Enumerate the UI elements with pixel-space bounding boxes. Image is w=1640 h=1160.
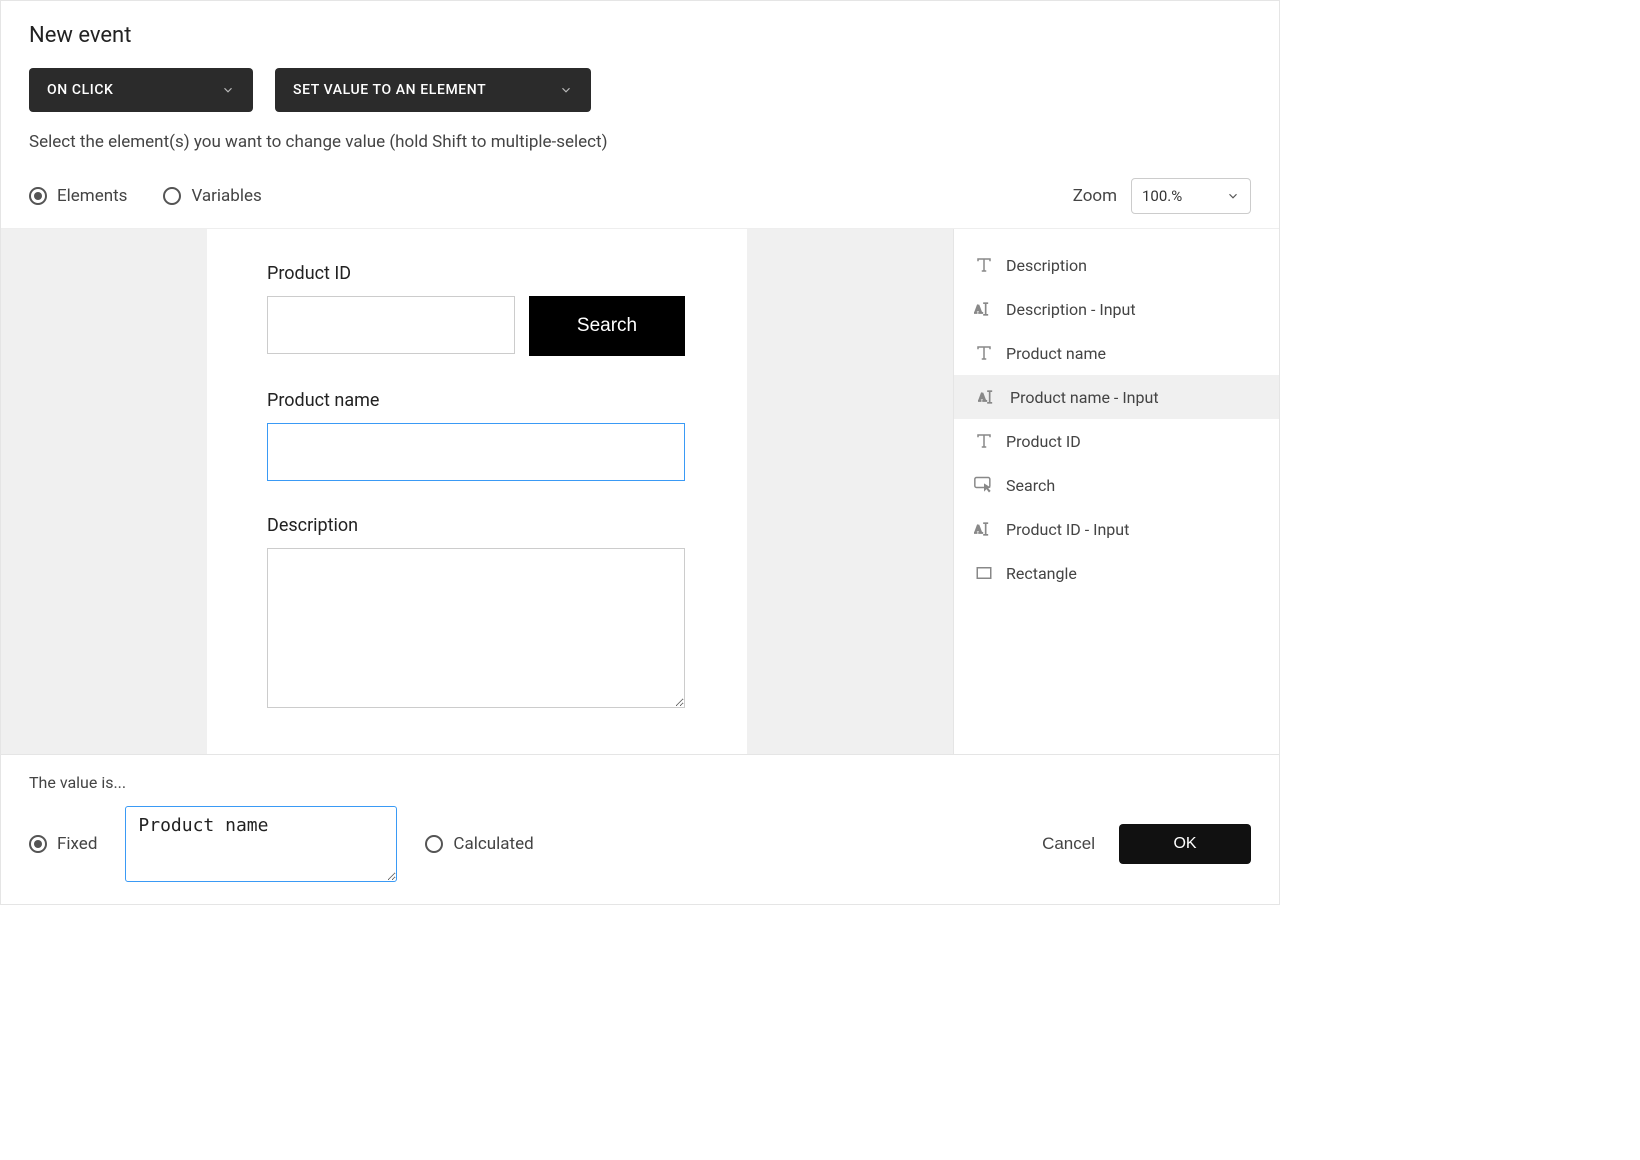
element-item-label: Product name bbox=[1006, 344, 1106, 363]
radio-fixed[interactable]: Fixed bbox=[29, 834, 97, 854]
action-select-label: SET VALUE TO AN ELEMENT bbox=[293, 82, 486, 98]
dialog-title: New event bbox=[29, 23, 1251, 48]
zoom-value: 100.% bbox=[1142, 187, 1182, 205]
element-item[interactable]: Product name bbox=[954, 331, 1279, 375]
element-item-label: Search bbox=[1006, 476, 1055, 495]
input-icon: A bbox=[974, 299, 994, 319]
footer: The value is... Fixed Calculated Cancel … bbox=[1, 755, 1279, 904]
canvas: Product ID Search Product name Descripti… bbox=[207, 229, 747, 754]
event-dialog: New event ON CLICK SET VALUE TO AN ELEME… bbox=[0, 0, 1280, 905]
action-buttons: Cancel OK bbox=[1042, 824, 1251, 864]
middle-section: Product ID Search Product name Descripti… bbox=[1, 229, 1279, 755]
element-item-label: Product ID bbox=[1006, 432, 1081, 451]
chevron-down-icon bbox=[1226, 189, 1240, 203]
value-is-label: The value is... bbox=[29, 773, 1251, 792]
description-input[interactable] bbox=[267, 548, 685, 708]
radio-calculated[interactable]: Calculated bbox=[425, 834, 533, 854]
product-name-label: Product name bbox=[267, 390, 687, 411]
chevron-down-icon bbox=[559, 83, 573, 97]
description-label: Description bbox=[267, 515, 687, 536]
trigger-select-label: ON CLICK bbox=[47, 82, 114, 98]
element-item[interactable]: Search bbox=[954, 463, 1279, 507]
radio-variables-label: Variables bbox=[191, 186, 261, 206]
radio-dot-icon bbox=[163, 187, 181, 205]
radio-calculated-label: Calculated bbox=[453, 834, 533, 854]
canvas-area[interactable]: Product ID Search Product name Descripti… bbox=[1, 229, 953, 754]
chevron-down-icon bbox=[221, 83, 235, 97]
product-id-field: Product ID Search bbox=[267, 263, 687, 356]
radio-dot-icon bbox=[29, 187, 47, 205]
rect-icon bbox=[974, 563, 994, 583]
dialog-header: New event ON CLICK SET VALUE TO AN ELEME… bbox=[1, 1, 1279, 229]
element-item[interactable]: A Description - Input bbox=[954, 287, 1279, 331]
radio-elements-label: Elements bbox=[57, 186, 127, 206]
trigger-action-row: ON CLICK SET VALUE TO AN ELEMENT bbox=[29, 68, 1251, 112]
description-field: Description bbox=[267, 515, 687, 712]
zoom-select[interactable]: 100.% bbox=[1131, 178, 1251, 214]
cancel-button[interactable]: Cancel bbox=[1042, 834, 1095, 854]
value-type-group: Fixed Calculated bbox=[29, 806, 534, 882]
element-item[interactable]: Description bbox=[954, 243, 1279, 287]
element-item[interactable]: A Product ID - Input bbox=[954, 507, 1279, 551]
radio-dot-icon bbox=[425, 835, 443, 853]
radio-elements[interactable]: Elements bbox=[29, 186, 127, 206]
options-row: Elements Variables Zoom 100.% bbox=[29, 178, 1251, 214]
element-item[interactable]: Product ID bbox=[954, 419, 1279, 463]
search-button[interactable]: Search bbox=[529, 296, 685, 356]
element-item-label: Product ID - Input bbox=[1006, 520, 1129, 539]
elements-panel: Description A Description - Input Product n… bbox=[953, 229, 1279, 754]
radio-dot-icon bbox=[29, 835, 47, 853]
radio-variables[interactable]: Variables bbox=[163, 186, 261, 206]
text-icon bbox=[974, 343, 994, 363]
radio-fixed-label: Fixed bbox=[57, 834, 97, 854]
product-name-field: Product name bbox=[267, 390, 687, 481]
product-name-input[interactable] bbox=[267, 423, 685, 481]
zoom-group: Zoom 100.% bbox=[1073, 178, 1251, 214]
product-id-input[interactable] bbox=[267, 296, 515, 354]
trigger-select[interactable]: ON CLICK bbox=[29, 68, 253, 112]
instruction-text: Select the element(s) you want to change… bbox=[29, 132, 1251, 152]
product-id-label: Product ID bbox=[267, 263, 687, 284]
element-item-label: Description - Input bbox=[1006, 300, 1136, 319]
input-icon: A bbox=[978, 387, 998, 407]
zoom-label: Zoom bbox=[1073, 186, 1117, 206]
source-radio-group: Elements Variables bbox=[29, 186, 262, 206]
ok-button[interactable]: OK bbox=[1119, 824, 1251, 864]
input-icon: A bbox=[974, 519, 994, 539]
element-item[interactable]: A Product name - Input bbox=[954, 375, 1279, 419]
action-select[interactable]: SET VALUE TO AN ELEMENT bbox=[275, 68, 591, 112]
element-item-label: Rectangle bbox=[1006, 564, 1077, 583]
element-item-label: Description bbox=[1006, 256, 1087, 275]
text-icon bbox=[974, 431, 994, 451]
button-icon bbox=[974, 475, 994, 495]
text-icon bbox=[974, 255, 994, 275]
element-item-label: Product name - Input bbox=[1010, 388, 1159, 407]
fixed-value-input[interactable] bbox=[125, 806, 397, 882]
svg-text:A: A bbox=[974, 303, 983, 316]
element-item[interactable]: Rectangle bbox=[954, 551, 1279, 595]
svg-text:A: A bbox=[974, 523, 983, 536]
svg-text:A: A bbox=[978, 391, 987, 404]
